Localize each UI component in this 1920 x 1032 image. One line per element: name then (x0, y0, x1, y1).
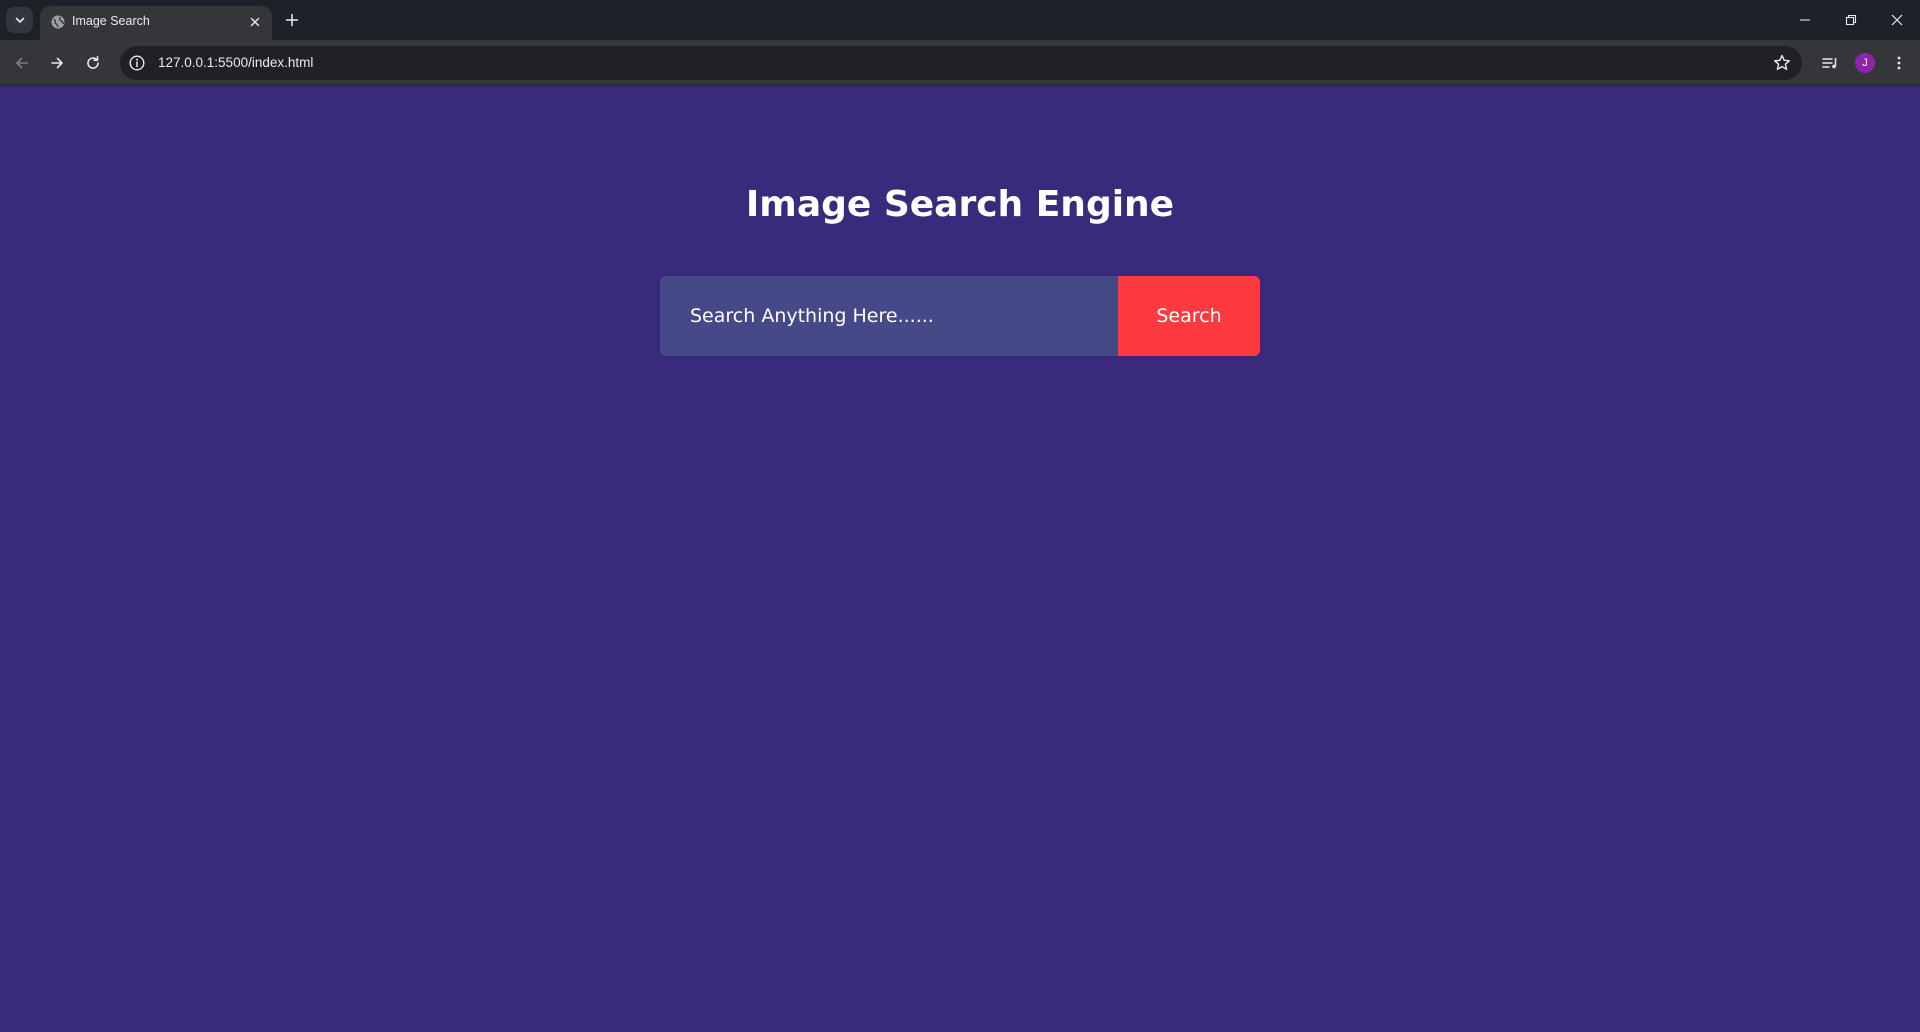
info-icon[interactable] (128, 54, 146, 72)
reload-button[interactable] (79, 49, 107, 77)
restore-button[interactable] (1834, 6, 1868, 34)
media-controls-button[interactable] (1818, 51, 1842, 75)
playlist-icon (1822, 58, 1837, 69)
close-window-button[interactable] (1880, 6, 1914, 34)
tab-title: Image Search (72, 14, 150, 28)
bookmark-star-icon[interactable] (1772, 53, 1792, 73)
profile-button[interactable]: J (1853, 51, 1877, 75)
search-form: Search (660, 276, 1260, 356)
globe-icon (51, 15, 65, 29)
address-bar[interactable]: 127.0.0.1:5500/index.html (120, 46, 1802, 80)
close-icon (1891, 14, 1903, 26)
menu-button[interactable] (1887, 51, 1911, 75)
avatar: J (1855, 53, 1875, 73)
close-tab-icon[interactable] (246, 13, 264, 31)
page-title: Image Search Engine (745, 184, 1175, 225)
search-input[interactable] (660, 276, 1118, 356)
plus-icon (285, 13, 299, 27)
more-vertical-icon (1897, 56, 1901, 70)
browser-tab[interactable]: Image Search (40, 6, 272, 40)
browser-toolbar: 127.0.0.1:5500/index.html J (0, 40, 1920, 86)
tab-search-button[interactable] (6, 7, 33, 33)
search-button[interactable]: Search (1118, 276, 1260, 356)
minimize-button[interactable] (1788, 6, 1822, 34)
url-text[interactable]: 127.0.0.1:5500/index.html (158, 55, 313, 70)
forward-button[interactable] (43, 49, 71, 77)
restore-icon (1845, 14, 1857, 26)
back-button[interactable] (8, 49, 36, 77)
arrow-left-icon (16, 57, 28, 69)
new-tab-button[interactable] (280, 8, 304, 32)
chevron-down-icon (15, 17, 24, 24)
reload-icon (87, 56, 99, 69)
tab-strip: Image Search (0, 0, 1920, 40)
arrow-right-icon (51, 57, 63, 69)
minimize-icon (1800, 19, 1810, 21)
